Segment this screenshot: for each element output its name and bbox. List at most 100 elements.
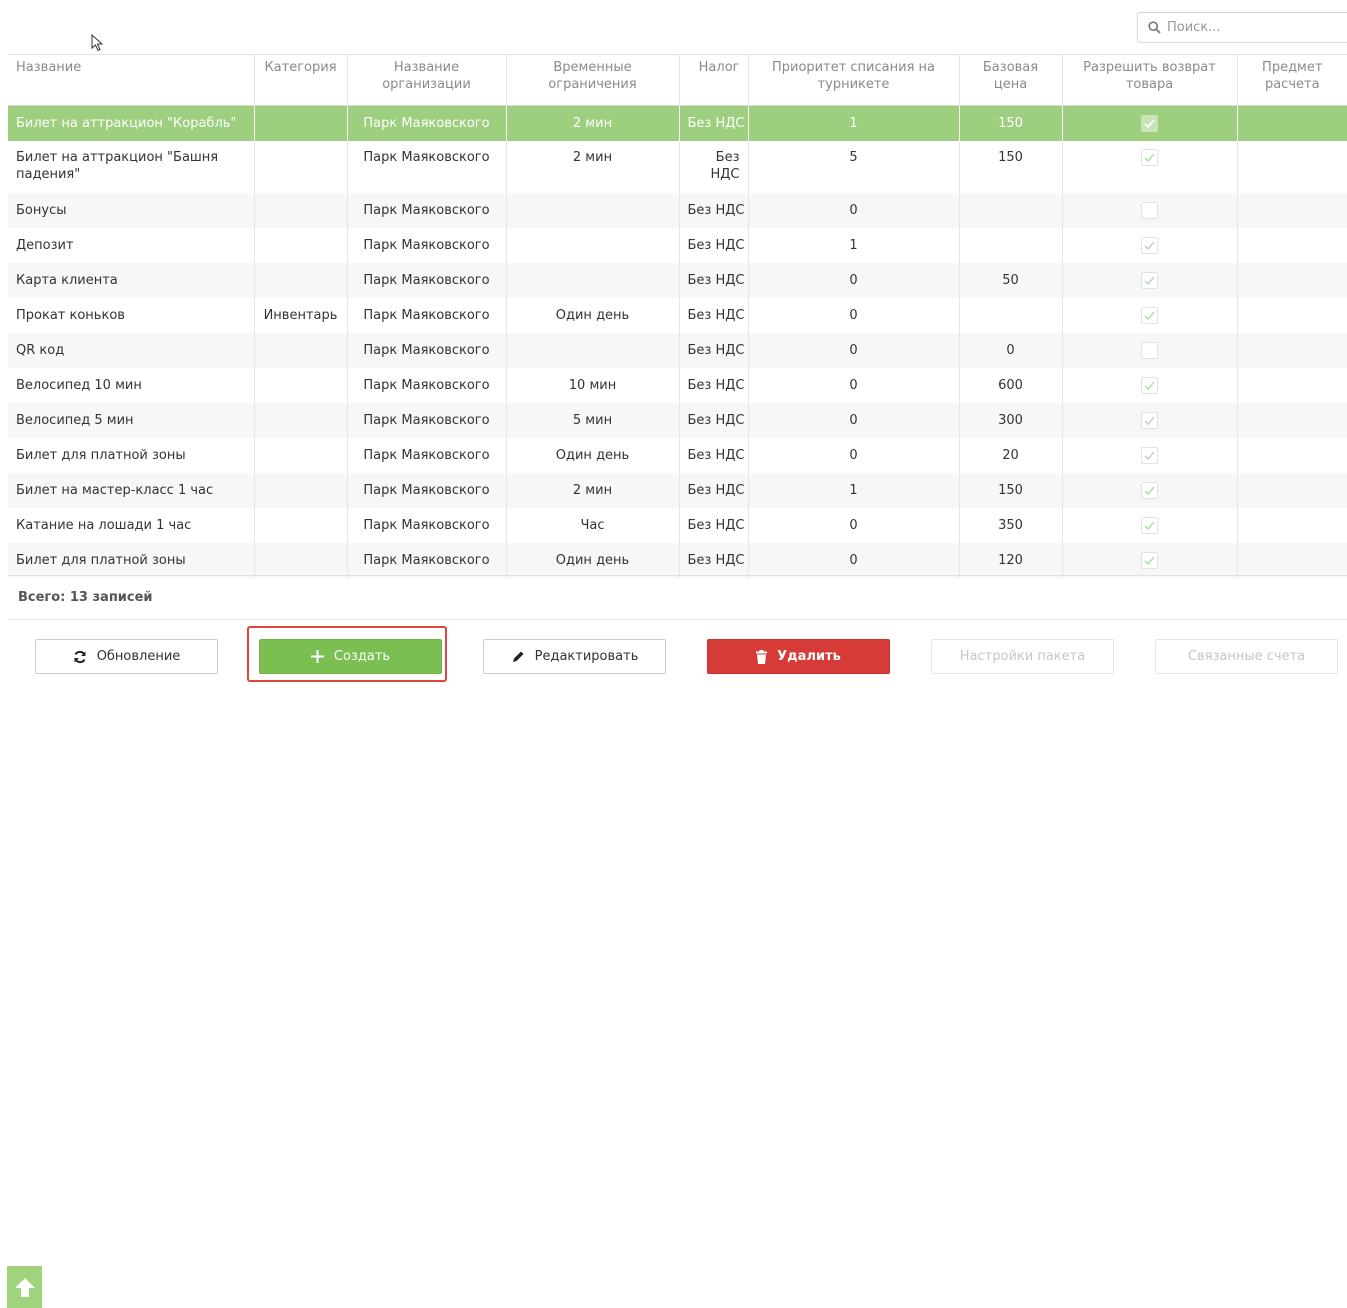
cell-name: Велосипед 10 мин [8,367,255,403]
cell-priority: 0 [748,367,960,403]
cell-category [254,105,348,141]
cell-tax: Без НДС [679,437,749,473]
scroll-to-top-button[interactable] [7,1266,42,1308]
column-header[interactable]: Предмет расчета [1237,54,1347,106]
cell-subject [1237,332,1347,368]
refund-checkbox[interactable] [1141,551,1158,569]
cell-subject [1237,402,1347,438]
column-header[interactable]: Название [8,54,255,106]
table-row[interactable]: Катание на лошади 1 час Парк Маяковского Ч… [8,507,1347,543]
cell-org: Парк Маяковского [347,542,507,578]
table-header-row: Название Категория Название организации … [8,54,1347,106]
refresh-button[interactable]: Обновление [35,639,218,674]
linked-accounts-button[interactable]: Связанные счета [1155,639,1338,674]
edit-button[interactable]: Редактировать [483,639,666,674]
cell-name: Катание на лошади 1 час [8,507,255,543]
cell-tax: Без НДС [679,262,749,298]
cell-priority: 0 [748,192,960,228]
cell-price: 20 [959,437,1063,473]
table-row[interactable]: Депозит Парк Маяковского Без НДС 1 [8,227,1347,263]
table-row[interactable]: Билет на аттракцион "Башня падения" Парк … [8,140,1347,193]
cell-tax: Без НДС [679,105,749,141]
cell-price: 350 [959,507,1063,543]
search-icon [1148,21,1161,34]
cell-price: 120 [959,542,1063,578]
cell-refund [1062,105,1238,141]
cell-priority: 5 [748,140,960,193]
column-header[interactable]: Название организации [347,54,507,106]
cell-refund [1062,297,1238,333]
check-icon [1144,485,1155,495]
cell-org: Парк Маяковского [347,437,507,473]
search-input[interactable] [1167,20,1327,35]
check-icon [1144,520,1155,530]
package-settings-button-label: Настройки пакета [959,649,1086,664]
cell-refund [1062,332,1238,368]
check-icon [1144,275,1155,285]
refund-checkbox[interactable] [1141,481,1158,499]
cell-category [254,332,348,368]
cell-name: Карта клиента [8,262,255,298]
table-row[interactable]: Карта клиента Парк Маяковского Без НДС 0 50 [8,262,1347,298]
refund-checkbox[interactable] [1141,114,1158,132]
refund-checkbox[interactable] [1141,376,1158,394]
cell-subject [1237,472,1347,508]
refund-checkbox[interactable] [1141,236,1158,254]
mouse-cursor-icon [91,34,104,52]
cell-name: Прокат коньков [8,297,255,333]
table-row[interactable]: Билет для платной зоны Парк Маяковского Од… [8,437,1347,473]
pencil-icon [512,651,524,662]
cell-price [959,297,1063,333]
total-records: Всего: 13 записей [8,575,1347,620]
column-header[interactable]: Приоритет списания на турникете [748,54,960,106]
table-row[interactable]: Велосипед 10 мин Парк Маяковского 10 мин Бе… [8,367,1347,403]
table-row[interactable]: Бонусы Парк Маяковского Без НДС 0 [8,192,1347,228]
cell-name: Билет на аттракцион "Корабль" [8,105,255,141]
table-row[interactable]: Билет на аттракцион "Корабль" Парк Маяков… [8,105,1347,141]
cell-name: Билет для платной зоны [8,542,255,578]
package-settings-button[interactable]: Настройки пакета [931,639,1114,674]
column-header[interactable]: Разрешить возврат товара [1062,54,1238,106]
cell-category [254,472,348,508]
cell-refund [1062,472,1238,508]
refund-checkbox[interactable] [1141,271,1158,289]
cell-price: 150 [959,140,1063,193]
cell-org: Парк Маяковского [347,192,507,228]
table-row[interactable]: QR код Парк Маяковского Без НДС 0 0 [8,332,1347,368]
search-box[interactable] [1137,12,1347,43]
refund-checkbox[interactable] [1141,341,1158,359]
cell-priority: 0 [748,437,960,473]
table-row[interactable]: Прокат коньков Инвентарь Парк Маяковского О… [8,297,1347,333]
arrow-up-icon [14,1278,35,1297]
cell-subject [1237,508,1347,543]
refund-checkbox[interactable] [1141,148,1158,166]
cell-priority: 0 [748,262,960,298]
column-header[interactable]: Базовая цена [959,54,1063,106]
table-row[interactable]: Велосипед 5 мин Парк Маяковского 5 мин Без … [8,402,1347,438]
cell-category [254,437,348,473]
refund-checkbox[interactable] [1141,446,1158,464]
column-header[interactable]: Категория [254,54,348,106]
top-bar [0,0,1347,54]
cell-time [506,262,680,298]
cell-tax: Без НДС [679,192,749,228]
cell-price: 50 [959,262,1063,298]
refund-checkbox[interactable] [1141,516,1158,534]
column-header[interactable]: Налог [679,54,749,106]
refresh-button-label: Обновление [96,649,181,664]
cell-category [254,140,348,193]
check-icon [1144,415,1155,425]
cell-subject [1237,141,1347,193]
delete-button[interactable]: Удалить [707,639,890,674]
cell-subject [1237,192,1347,228]
cell-priority: 0 [748,297,960,333]
column-header[interactable]: Временные ограничения [506,54,680,106]
cell-price: 0 [959,332,1063,368]
refund-checkbox[interactable] [1141,411,1158,429]
cell-priority: 1 [748,472,960,508]
cell-price [959,227,1063,263]
table-row[interactable]: Билет на мастер-класс 1 час Парк Маяковск… [8,472,1347,508]
refund-checkbox[interactable] [1141,306,1158,324]
refund-checkbox[interactable] [1141,201,1158,219]
table-row[interactable]: Билет для платной зоны Парк Маяковского Од… [8,542,1347,578]
